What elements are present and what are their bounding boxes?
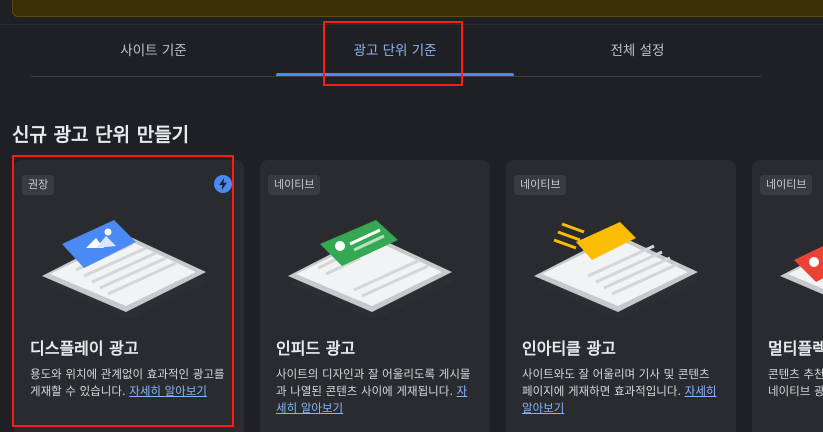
tab-by-site[interactable]: 사이트 기준 [31, 25, 276, 77]
tab-by-ad-unit[interactable]: 광고 단위 기준 [276, 25, 514, 77]
multiplex-ad-card[interactable]: 네이티브 멀티플렉스 콘텐츠 추천 형식으로 광고를 보여주는 네이티브 광고 … [752, 160, 823, 432]
in-article-ad-illustration [534, 222, 700, 318]
card-title: 멀티플렉스 [768, 339, 823, 358]
display-ad-card[interactable]: 권장 디스플레이 광고 용도와 위치에 관계없이 효과적인 광고를 게재할 수 … [14, 160, 244, 432]
card-badge: 네이티브 [760, 175, 813, 195]
notification-banner [12, 0, 823, 17]
card-description: 사이트와도 잘 어울리며 기사 및 콘텐츠 페이지에 게재하면 효과적입니다. … [522, 367, 717, 415]
card-title: 인아티클 광고 [522, 339, 616, 358]
card-badge: 권장 [22, 175, 55, 195]
card-badge: 네이티브 [268, 175, 321, 195]
in-article-ad-card[interactable]: 네이티브 인아티클 광고 사이트와도 잘 어울리며 기사 및 콘텐츠 페이지에 … [506, 160, 736, 432]
card-badge: 네이티브 [514, 175, 567, 195]
section-title: 신규 광고 단위 만들기 [12, 124, 190, 146]
card-description: 용도와 위치에 관계없이 효과적인 광고를 게재할 수 있습니다. 자세히 알아… [30, 367, 225, 398]
tab-bar: 사이트 기준 광고 단위 기준 전체 설정 [31, 25, 761, 77]
learn-more-link[interactable]: 자세히 알아보기 [129, 384, 207, 398]
in-feed-ad-card[interactable]: 네이티브 인피드 광고 사이트의 디자인과 잘 어울리도록 게시물과 나열된 콘… [260, 160, 490, 432]
multiplex-ad-illustration [780, 246, 823, 295]
display-ad-illustration [42, 220, 208, 318]
card-title: 디스플레이 광고 [30, 339, 139, 358]
tab-global-settings[interactable]: 전체 설정 [514, 25, 761, 77]
tabs-divider [31, 76, 761, 77]
card-description: 콘텐츠 추천 형식으로 광고를 보여주는 네이티브 광고 단위입니다. [768, 367, 823, 398]
in-feed-ad-illustration [288, 220, 454, 318]
bolt-icon [214, 175, 232, 193]
card-title: 인피드 광고 [276, 339, 356, 358]
app-root: 사이트 기준 광고 단위 기준 전체 설정 신규 광고 단위 만들기 권장 디스… [0, 0, 823, 432]
card-description: 사이트의 디자인과 잘 어울리도록 게시물과 나열된 콘텐츠 사이에 게재됩니다… [276, 367, 471, 415]
